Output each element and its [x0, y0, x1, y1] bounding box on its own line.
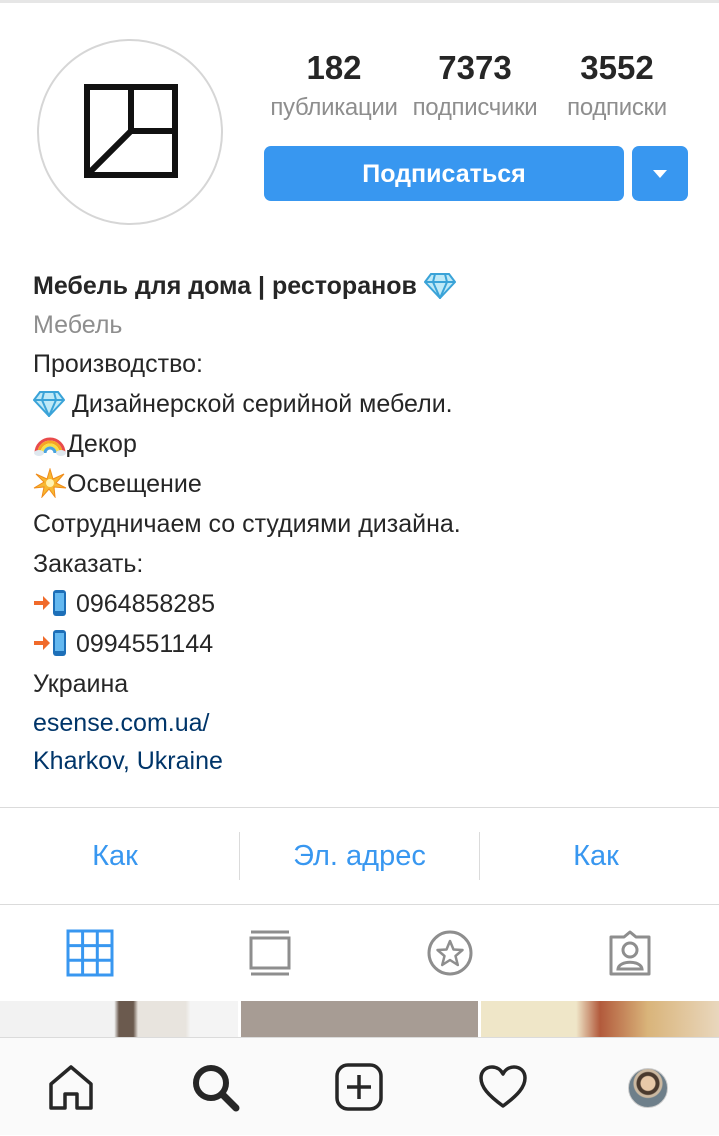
search-icon: [193, 1065, 240, 1112]
location-link[interactable]: Kharkov, Ukraine: [33, 742, 693, 780]
nav-home[interactable]: [20, 1038, 120, 1136]
nav-activity[interactable]: [452, 1038, 552, 1136]
tab-grid[interactable]: [30, 905, 150, 1001]
stat-posts-label: публикации: [270, 94, 398, 121]
profile-name: Мебель для дома | ресторанов: [33, 272, 417, 300]
arrow-phone-emoji-icon: [34, 590, 66, 617]
bio-line: Украина: [33, 670, 129, 698]
phone-line-2[interactable]: 0994551144: [33, 624, 693, 664]
suggestions-dropdown-button[interactable]: [632, 146, 688, 201]
saved-star-icon: [427, 930, 473, 976]
sparkle-emoji-icon: [33, 468, 67, 499]
bio-line-text: Освещение: [67, 470, 202, 498]
stat-posts[interactable]: 182 публикации: [264, 50, 404, 122]
action-link-1[interactable]: Как: [0, 808, 230, 904]
profile-avatar[interactable]: [37, 39, 223, 225]
stat-following-label: подписки: [567, 94, 667, 121]
bio-line: Заказать:: [33, 550, 144, 578]
heart-icon: [479, 1065, 527, 1108]
bio-line-lighting: Освещение: [33, 464, 693, 504]
phone-number: 0964858285: [75, 590, 215, 618]
stat-following-count: 3552: [580, 49, 654, 86]
stat-posts-count: 182: [306, 49, 362, 86]
diamond-emoji-icon: [33, 391, 65, 418]
grid-icon: [66, 929, 114, 977]
home-icon: [49, 1065, 93, 1110]
tagged-person-icon: [609, 930, 651, 976]
feed-icon: [249, 930, 291, 976]
nav-search[interactable]: [164, 1038, 264, 1136]
profile-tabs: [0, 905, 719, 1001]
diamond-emoji-icon: [423, 273, 456, 300]
add-post-icon: [335, 1063, 383, 1111]
website-link[interactable]: esense.com.ua/: [33, 704, 693, 742]
stat-followers-count: 7373: [438, 49, 512, 86]
profile-name-line: Мебель для дома | ресторанов: [33, 268, 693, 306]
bio-line: Производство:: [33, 350, 203, 378]
bio-line-text: Дизайнерской серийной мебели.: [71, 390, 453, 418]
profile-bio: Мебель для дома | ресторанов Мебель Прои…: [33, 268, 693, 780]
bio-line-design: Дизайнерской серийной мебели.: [33, 384, 693, 424]
email-action-link[interactable]: Эл. адрес: [240, 808, 479, 904]
phone-number: 0994551144: [75, 630, 214, 658]
follow-button[interactable]: Подписаться: [264, 146, 624, 201]
nav-add-post[interactable]: [308, 1038, 408, 1136]
chevron-down-icon: [653, 170, 667, 178]
post-thumbnail[interactable]: [241, 1001, 478, 1041]
bottom-navigation: [0, 1037, 719, 1135]
contact-actions: Как Эл. адрес Как: [0, 808, 719, 904]
arrow-phone-emoji-icon: [34, 630, 66, 657]
stat-followers-label: подписчики: [412, 94, 538, 121]
profile-category: Мебель: [33, 311, 123, 339]
tab-saved[interactable]: [390, 905, 510, 1001]
tab-feed[interactable]: [210, 905, 330, 1001]
top-divider: [0, 0, 719, 3]
post-thumbnail[interactable]: [0, 1001, 238, 1041]
brand-logo-square-icon: [84, 84, 178, 178]
bio-line-text: Декор: [67, 430, 137, 458]
tab-tagged[interactable]: [570, 905, 690, 1001]
post-thumbnail[interactable]: [481, 1001, 719, 1041]
stat-followers[interactable]: 7373 подписчики: [406, 50, 544, 122]
bio-line: Сотрудничаем со студиями дизайна.: [33, 510, 461, 538]
stat-following[interactable]: 3552 подписки: [560, 50, 674, 122]
action-link-3[interactable]: Как: [480, 808, 712, 904]
nav-profile-avatar[interactable]: [628, 1068, 668, 1108]
rainbow-emoji-icon: [34, 437, 66, 457]
bio-line-decor: Декор: [33, 424, 693, 464]
phone-line-1[interactable]: 0964858285: [33, 584, 693, 624]
